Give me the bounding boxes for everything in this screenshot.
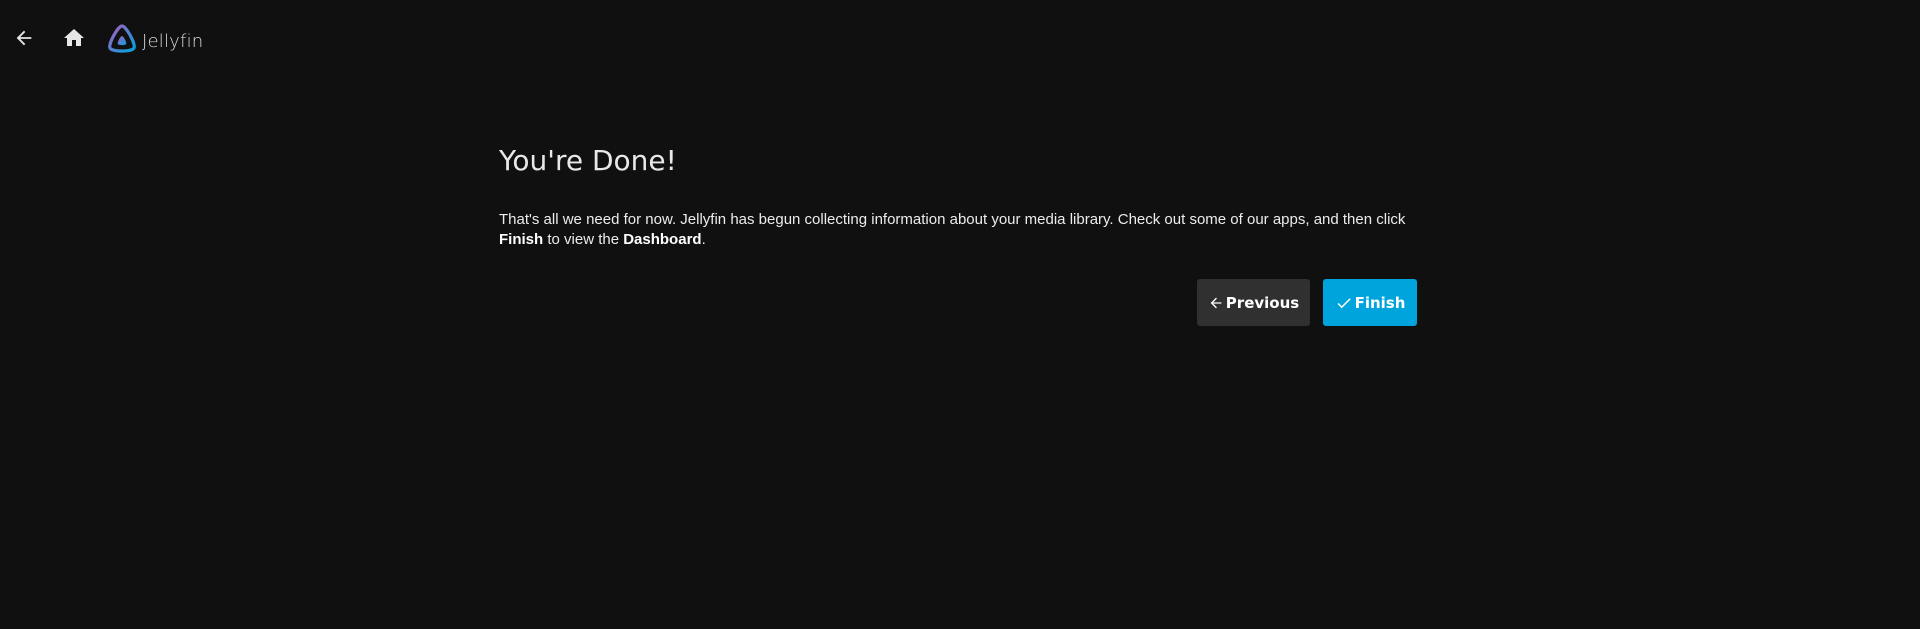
previous-button-label: Previous: [1225, 293, 1300, 312]
jellyfin-logo[interactable]: Jellyfin: [106, 23, 204, 60]
description-text-1: That's all we need for now. Jellyfin has…: [499, 211, 1406, 228]
check-icon: [1335, 294, 1353, 312]
finish-button[interactable]: Finish: [1323, 279, 1417, 326]
description-finish-bold: Finish: [499, 231, 544, 248]
page-title: You're Done!: [499, 144, 677, 177]
logo-text: Jellyfin: [142, 30, 204, 52]
wizard-buttons: Previous Finish: [1197, 279, 1417, 326]
description-text-2: to view the: [543, 231, 624, 248]
previous-button[interactable]: Previous: [1197, 279, 1310, 326]
finish-button-label: Finish: [1354, 293, 1406, 312]
description-text-3: .: [701, 231, 706, 248]
wizard-finish-page: You're Done! That's all we need for now.…: [499, 140, 1417, 250]
wizard-description: That's all we need for now. Jellyfin has…: [499, 210, 1417, 250]
app-header: Jellyfin: [0, 0, 1920, 80]
arrow-left-icon: [13, 27, 35, 54]
arrow-left-icon: [1208, 295, 1224, 311]
description-dashboard-bold: Dashboard: [623, 231, 702, 248]
jellyfin-logo-icon: [106, 23, 138, 60]
back-button[interactable]: [4, 20, 44, 60]
home-icon: [62, 26, 86, 55]
home-button[interactable]: [54, 20, 94, 60]
